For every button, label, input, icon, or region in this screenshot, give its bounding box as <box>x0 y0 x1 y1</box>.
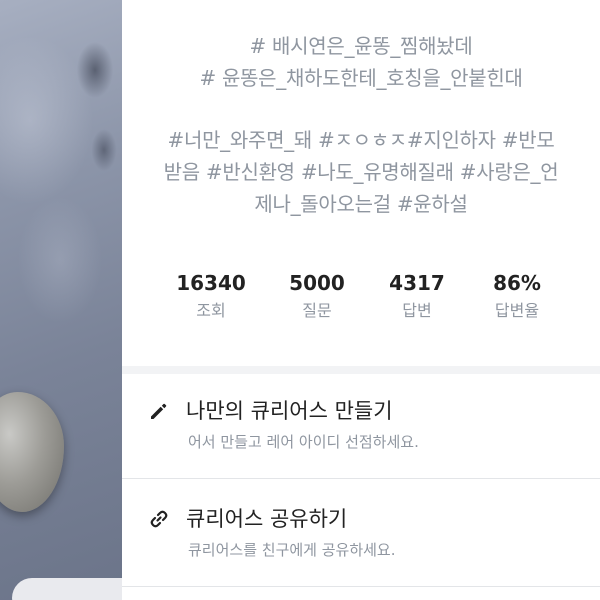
menu-divider <box>122 478 600 479</box>
hashtag-line: 제나_돌아오는걸 #윤하설 <box>254 192 468 216</box>
menu-title: 큐리어스 공유하기 <box>186 507 348 531</box>
hashtag-line: 받음 #반신환영 #나도_유명해질래 #사랑은_언 <box>163 160 559 184</box>
menu-divider <box>122 586 600 587</box>
share-curious-button[interactable]: 큐리어스 공유하기 큐리어스를 친구에게 공유하세요. <box>122 500 600 600</box>
link-icon <box>148 508 170 530</box>
stat-answers: 4317 답변 <box>362 270 472 326</box>
stat-label: 답변 <box>402 301 432 320</box>
stat-value: 16340 <box>176 271 246 295</box>
create-curious-button[interactable]: 나만의 큐리어스 만들기 어서 만들고 레어 아이디 선점하세요. <box>122 392 600 492</box>
stat-label: 조회 <box>196 301 226 320</box>
stat-answer-rate: 86% 답변율 <box>462 270 572 326</box>
pencil-icon <box>148 400 170 422</box>
stat-value: 5000 <box>289 271 345 295</box>
menu-title: 나만의 큐리어스 만들기 <box>186 399 393 423</box>
hashtag-line: # 배시연은_윤똥_찜해놨데 <box>249 34 473 58</box>
stat-questions: 5000 질문 <box>262 270 372 326</box>
hashtag-spacer <box>122 94 600 124</box>
stat-value: 4317 <box>389 271 445 295</box>
stat-views: 16340 조회 <box>156 270 266 326</box>
menu-description: 어서 만들고 레어 아이디 선점하세요. <box>188 433 419 451</box>
menu-description: 큐리어스를 친구에게 공유하세요. <box>188 541 396 559</box>
section-divider <box>122 366 600 374</box>
stat-value: 86% <box>493 271 541 295</box>
hashtag-line: #너만_와주면_돼 #ㅈㅇㅎㅈ#지인하자 #반모 <box>167 128 555 152</box>
hashtag-line: # 윤똥은_채하도한테_호칭을_안붙힌대 <box>199 66 523 90</box>
hashtag-block: # 배시연은_윤똥_찜해놨데 # 윤똥은_채하도한테_호칭을_안붙힌대 #너만_… <box>122 30 600 220</box>
stats-row: 16340 조회 5000 질문 4317 답변 86% 답변율 <box>122 270 600 332</box>
stat-label: 질문 <box>302 301 332 320</box>
stat-label: 답변율 <box>494 301 540 320</box>
profile-panel: # 배시연은_윤똥_찜해놨데 # 윤똥은_채하도한테_호칭을_안붙힌대 #너만_… <box>122 0 600 600</box>
